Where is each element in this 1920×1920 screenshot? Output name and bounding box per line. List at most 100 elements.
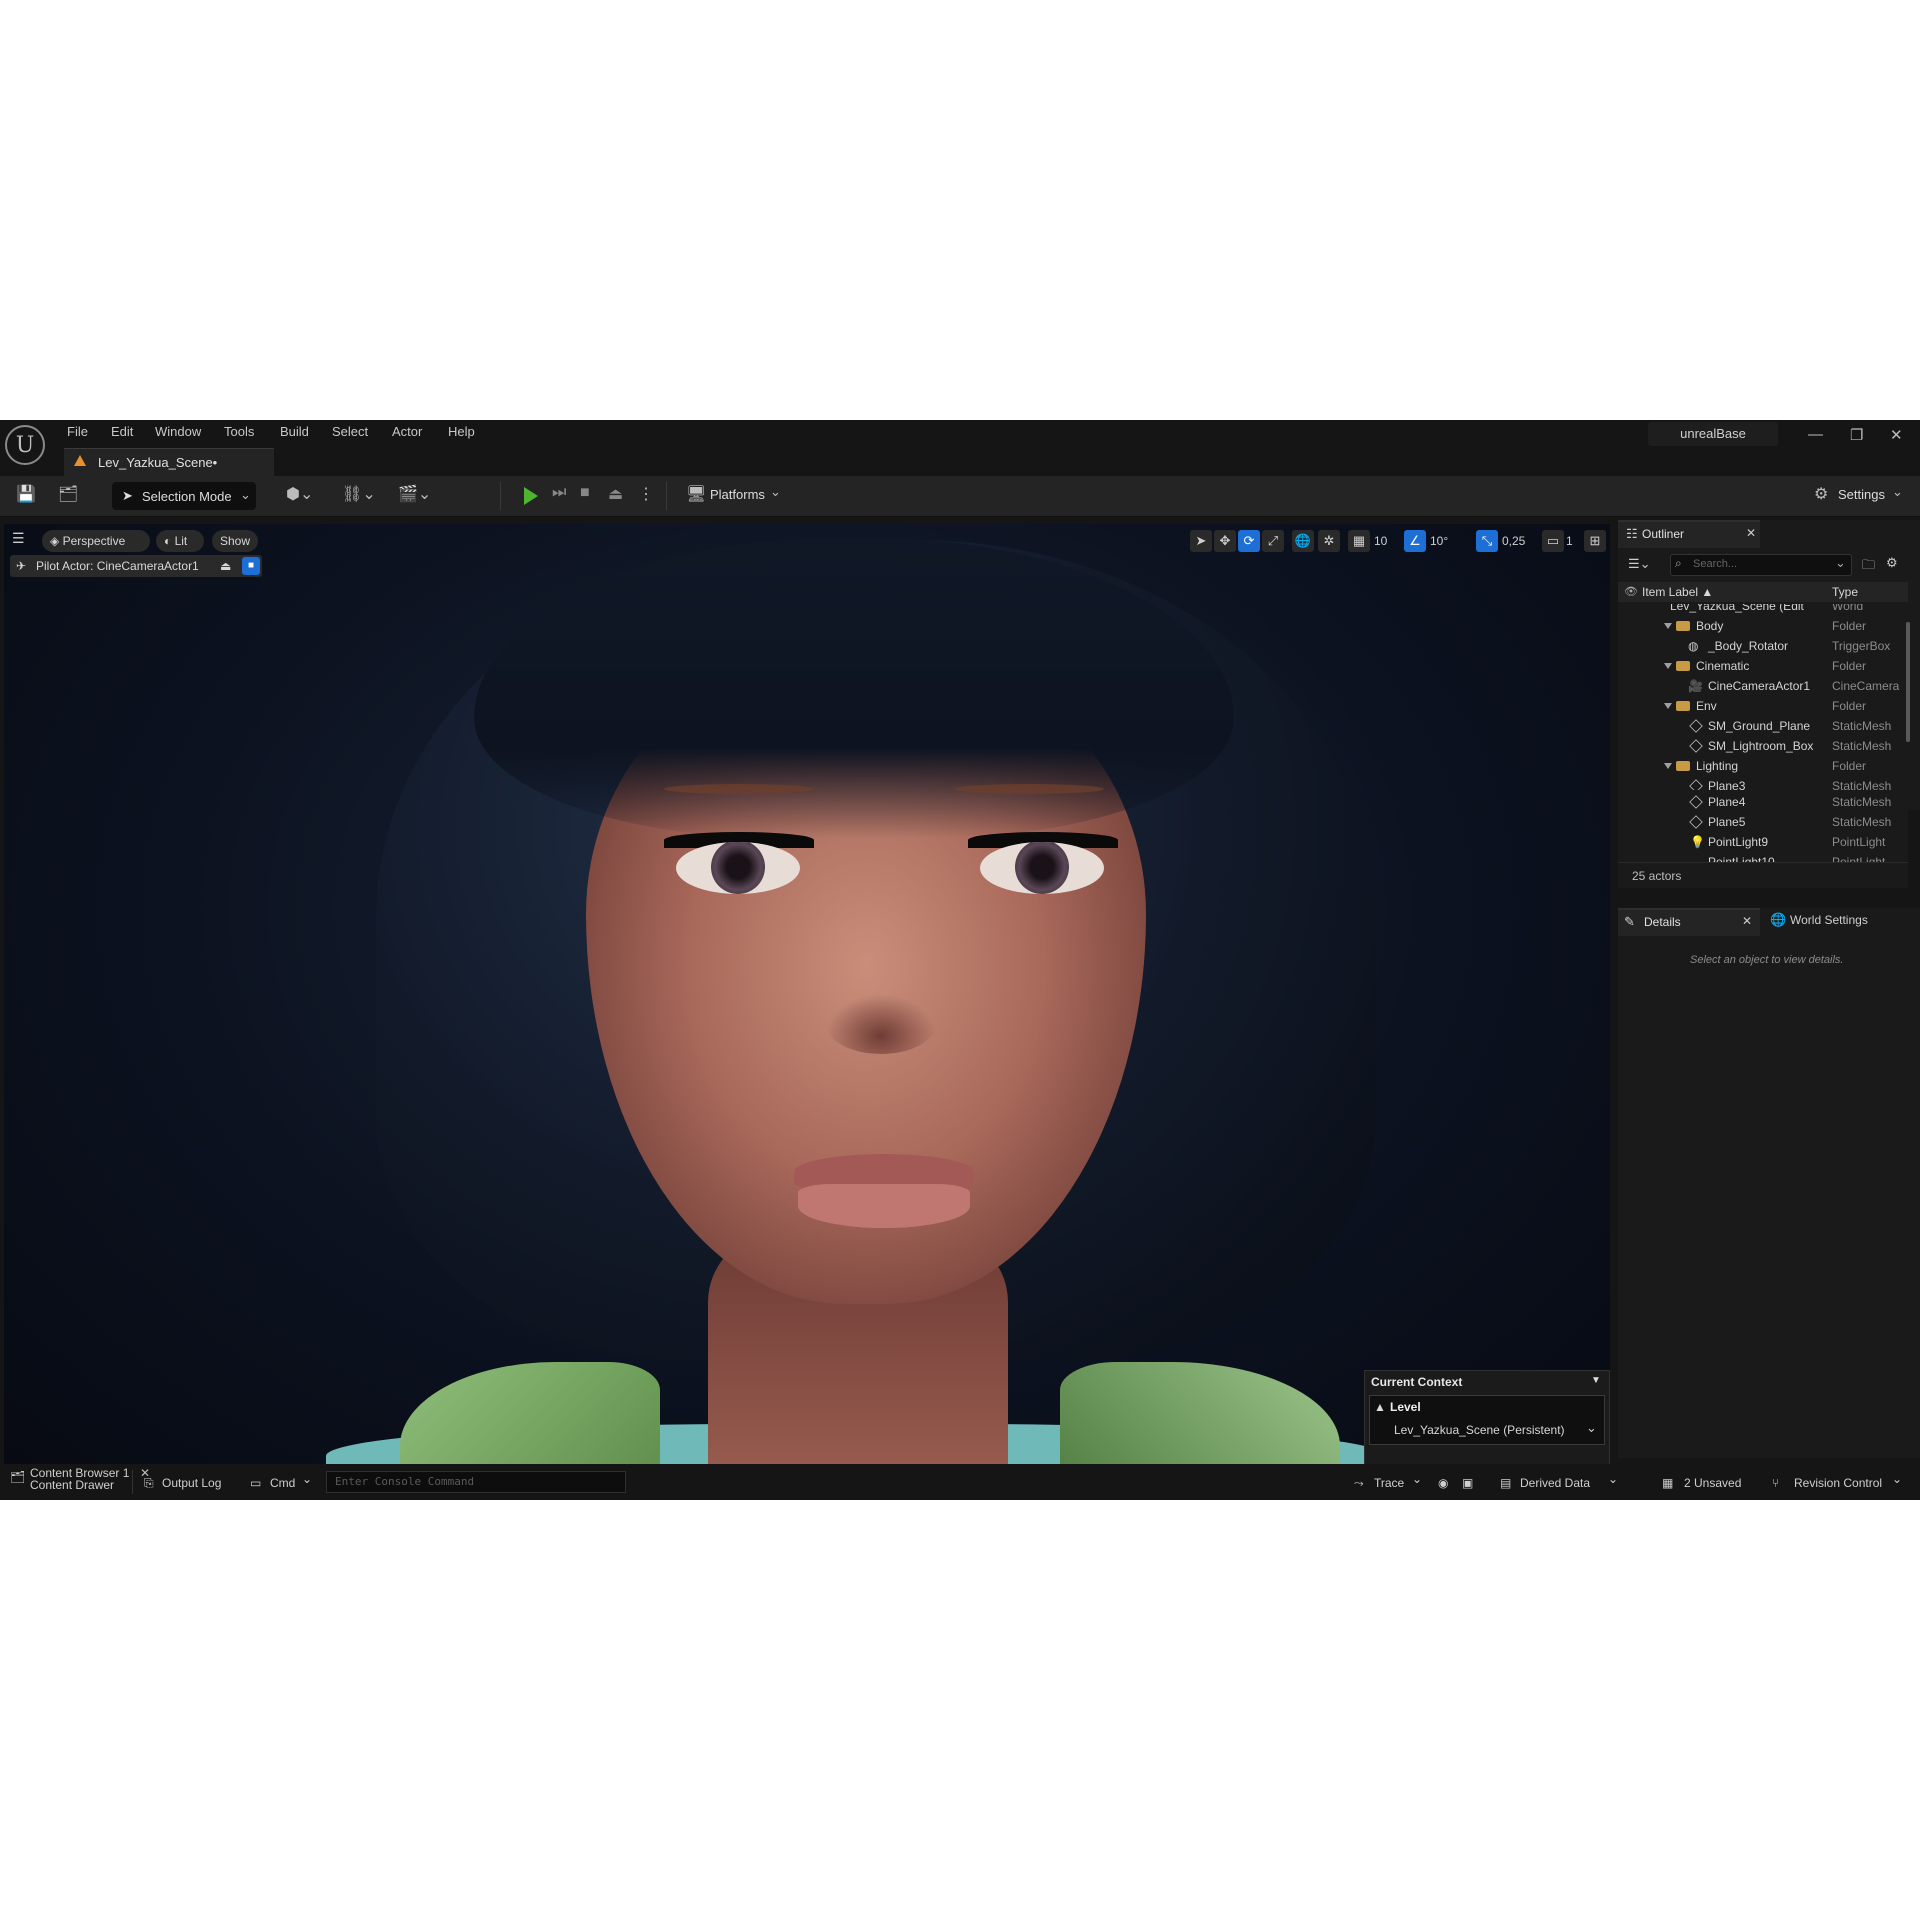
grid-snap-value[interactable]: 10 [1374,530,1387,552]
close-icon[interactable]: ✕ [1742,914,1752,928]
pilot-actor-label: Pilot Actor: CineCameraActor1 [36,559,199,573]
output-log-button[interactable]: Output Log [162,1476,221,1490]
level-tab[interactable]: Lev_Yazkua_Scene• [64,448,274,477]
chevron-down-icon: ⌄ [1412,1472,1423,1486]
outliner-row-world[interactable]: Lev_Yazkua_Scene (Edit World [1618,604,1908,616]
menu-window[interactable]: Window [155,424,201,439]
camera-lock-icon[interactable]: ■ [242,557,260,575]
outliner-row-ground-plane[interactable]: SM_Ground_Plane StaticMesh [1618,716,1908,736]
row-type: StaticMesh [1832,815,1892,829]
outliner-search-input[interactable]: ⌕ Search... ⌄ [1670,554,1852,576]
menu-edit[interactable]: Edit [111,424,133,439]
outliner-row-cine-camera[interactable]: 🎥 CineCameraActor1 CineCamera [1618,676,1908,696]
derived-data-button[interactable]: Derived Data [1520,1476,1590,1490]
context-collapse-icon[interactable]: ▼ [1591,1375,1601,1386]
visibility-eye-icon[interactable]: 👁 [1624,585,1638,598]
lit-button[interactable]: ◐ Lit [156,530,204,552]
camera-speed-value[interactable]: 1 [1566,530,1573,552]
outliner-row-env[interactable]: Env Folder [1618,696,1908,716]
item-label-header[interactable]: Item Label ▲ [1642,585,1713,599]
gear-icon[interactable]: ⚙ [1886,555,1898,571]
show-button[interactable]: Show [212,530,258,552]
console-command-input[interactable]: Enter Console Command [326,1471,626,1493]
eject-pilot-icon[interactable]: ⏏ [220,555,231,577]
platforms-button[interactable]: Platforms [710,487,765,502]
details-tab[interactable]: ✎ Details ✕ [1618,908,1760,936]
scale-tool-icon[interactable]: ⤢ [1262,530,1284,552]
folder-icon [1676,701,1690,711]
play-icon[interactable] [524,487,538,505]
menu-build[interactable]: Build [280,424,309,439]
add-actor-icon[interactable]: ⬢⌄ [286,484,313,504]
cmd-dropdown[interactable]: Cmd [270,1476,295,1490]
save-icon[interactable]: 💾 [16,484,36,504]
blueprint-icon[interactable]: ⛓⌄ [342,484,376,504]
outliner-tab[interactable]: ☷ Outliner ✕ [1618,520,1760,548]
outliner-row-plane3[interactable]: Plane3 StaticMesh [1618,776,1908,790]
layout-icon[interactable]: ⊞ [1584,530,1606,552]
camera-speed-icon[interactable]: ▭ [1542,530,1564,552]
selection-mode-dropdown[interactable]: ➤ Selection Mode ⌄ [112,482,256,510]
menu-bar: U File Edit Window Tools Build Select Ac… [0,420,1920,477]
new-folder-icon[interactable]: 🗀 [1862,556,1875,578]
content-browse-icon[interactable]: 🗂 [58,484,78,504]
step-icon[interactable]: ⏭ [552,484,566,502]
chevron-down-icon: ⌄ [1835,555,1846,570]
revision-control-button[interactable]: Revision Control [1794,1476,1882,1490]
settings-button[interactable]: Settings [1838,487,1885,502]
row-type: World [1832,604,1864,613]
scale-snap-icon[interactable]: ⤡ [1476,530,1498,552]
rotation-snap-value[interactable]: 10° [1430,530,1448,552]
cinematics-icon[interactable]: 🎬⌄ [398,484,431,504]
toolbar-divider [500,482,501,510]
trace-button[interactable]: Trace [1374,1476,1404,1490]
world-space-icon[interactable]: 🌐 [1292,530,1314,552]
viewport-menu-icon[interactable]: ☰ [12,530,25,547]
menu-help[interactable]: Help [448,424,475,439]
menu-actor[interactable]: Actor [392,424,422,439]
move-tool-icon[interactable]: ✥ [1214,530,1236,552]
expand-arrow-icon[interactable] [1664,703,1672,709]
minimize-icon[interactable]: — [1808,426,1823,443]
rotate-tool-icon[interactable]: ⟳ [1238,530,1260,552]
outliner-row-pointlight10[interactable]: PointLight10 PointLight [1618,852,1908,862]
outliner-row-plane5[interactable]: Plane5 StaticMesh [1618,812,1908,832]
stop-icon[interactable]: ■ [580,484,590,502]
level-viewport[interactable]: ☰ ◈ Perspective ◐ Lit Show ✈ Pilot Actor… [4,524,1610,1484]
world-settings-tab[interactable]: 🌐 World Settings [1764,908,1914,934]
menu-select[interactable]: Select [332,424,368,439]
restore-icon[interactable]: ❐ [1850,426,1863,444]
close-icon[interactable]: ✕ [1890,426,1903,444]
unsaved-button[interactable]: 2 Unsaved [1684,1476,1741,1490]
outliner-row-pointlight9[interactable]: 💡 PointLight9 PointLight [1618,832,1908,852]
select-tool-icon[interactable]: ➤ [1190,530,1212,552]
outliner-row-cinematic[interactable]: Cinematic Folder [1618,656,1908,676]
rotation-snap-icon[interactable]: ∠ [1404,530,1426,552]
expand-arrow-icon[interactable] [1664,663,1672,669]
outliner-row-lightroom-box[interactable]: SM_Lightroom_Box StaticMesh [1618,736,1908,756]
grid-snap-icon[interactable]: ▦ [1348,530,1370,552]
filter-icon[interactable]: ☰⌄ [1628,556,1651,572]
content-drawer-button[interactable]: Content Drawer [30,1478,114,1492]
unreal-logo-icon[interactable]: U [5,425,45,465]
surface-snap-icon[interactable]: ✲ [1318,530,1340,552]
level-icon [74,455,86,466]
close-icon[interactable]: ✕ [1746,526,1756,540]
menu-file[interactable]: File [67,424,88,439]
more-options-icon[interactable]: ⋮ [638,484,654,504]
outliner-scrollbar[interactable] [1906,622,1910,742]
level-context-box[interactable]: ▲ Level Lev_Yazkua_Scene (Persistent) ⌄ [1369,1395,1605,1445]
menu-tools[interactable]: Tools [224,424,254,439]
eject-icon[interactable]: ⏏ [608,484,623,504]
record-icon[interactable]: ◉ [1438,1476,1448,1490]
expand-arrow-icon[interactable] [1664,763,1672,769]
expand-arrow-icon[interactable] [1664,623,1672,629]
perspective-button[interactable]: ◈ Perspective [42,530,150,552]
outliner-row-plane4[interactable]: Plane4 StaticMesh [1618,794,1908,812]
scale-snap-value[interactable]: 0,25 [1502,530,1525,552]
screenshot-icon[interactable]: ▣ [1462,1476,1473,1490]
type-header[interactable]: Type [1832,585,1858,599]
outliner-row-body-rotator[interactable]: ◍ _Body_Rotator TriggerBox [1618,636,1908,656]
outliner-row-lighting[interactable]: Lighting Folder [1618,756,1908,776]
outliner-row-body[interactable]: Body Folder [1618,616,1908,636]
